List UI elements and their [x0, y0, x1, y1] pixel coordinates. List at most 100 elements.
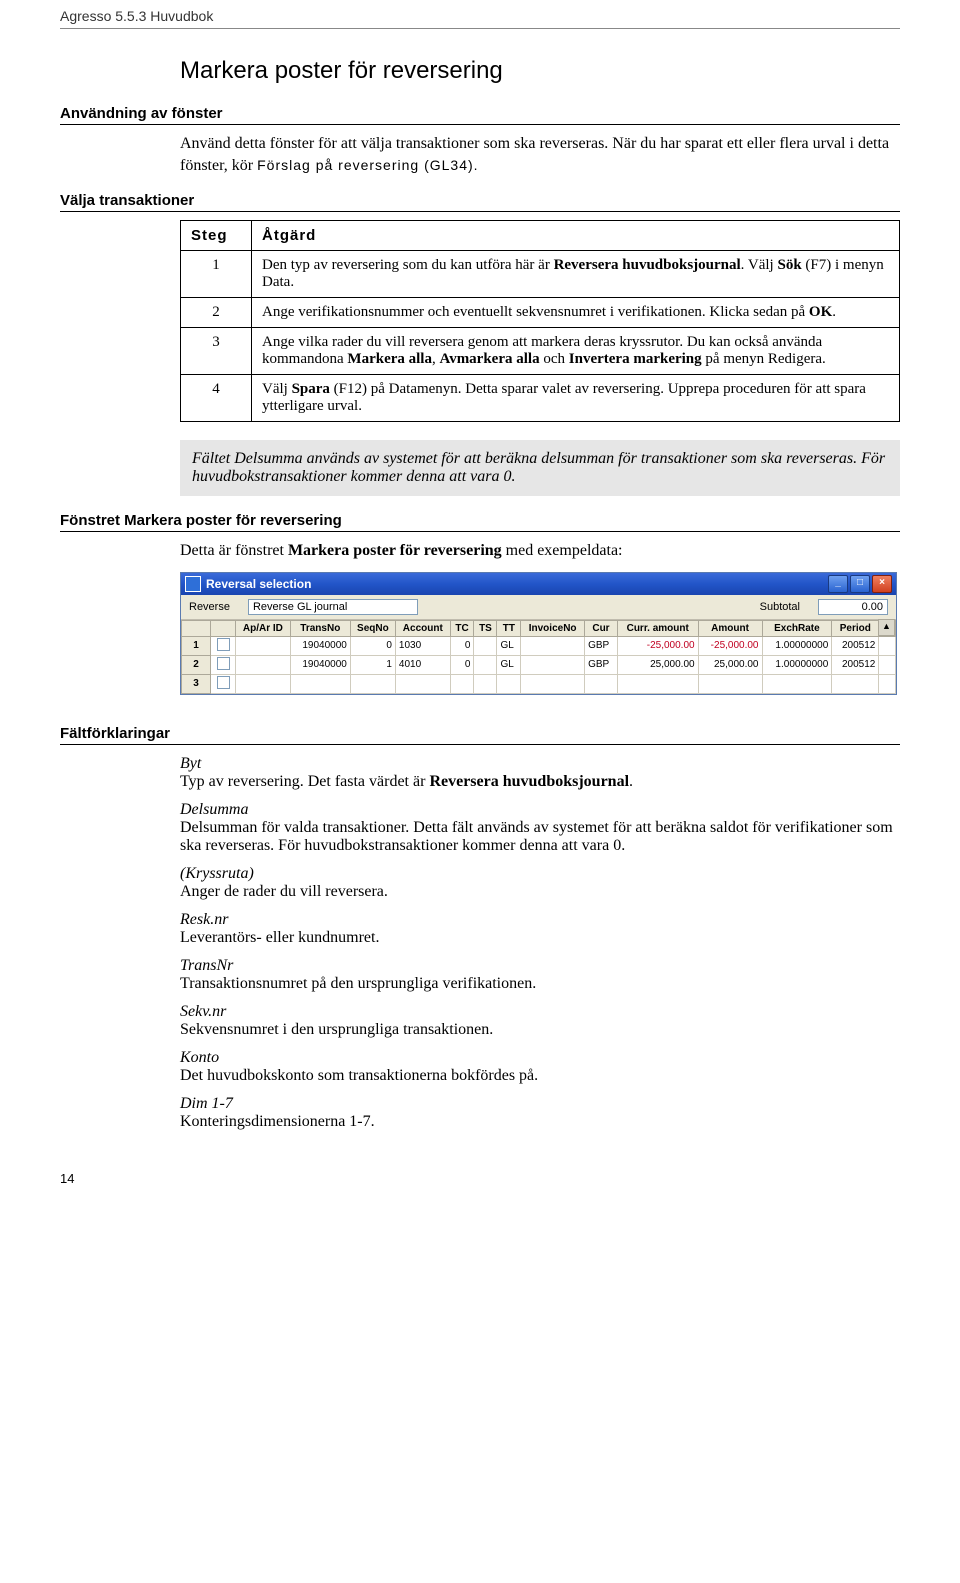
grid-cell[interactable]: GBP — [585, 655, 618, 674]
row-number[interactable]: 1 — [182, 636, 211, 655]
grid-cell[interactable]: GL — [497, 636, 521, 655]
grid-cell[interactable] — [395, 674, 450, 693]
window-titlebar[interactable]: Reversal selection _ □ × — [181, 573, 896, 595]
step-row: 3Ange vilka rader du vill reversera geno… — [181, 328, 900, 375]
checkbox-cell[interactable] — [211, 674, 236, 693]
grid-column-header[interactable] — [182, 620, 211, 636]
grid-cell[interactable]: 0 — [450, 655, 474, 674]
grid-column-header[interactable]: Account — [395, 620, 450, 636]
grid-cell[interactable] — [497, 674, 521, 693]
row-number[interactable]: 2 — [182, 655, 211, 674]
row-checkbox[interactable] — [217, 676, 230, 689]
grid-cell[interactable]: 1030 — [395, 636, 450, 655]
grid-cell[interactable]: -25,000.00 — [698, 636, 762, 655]
close-button[interactable]: × — [872, 575, 892, 593]
field-explanation: Sekv.nrSekvensnumret i den ursprungliga … — [180, 1003, 900, 1039]
field-description: Anger de rader du vill reversera. — [180, 883, 900, 901]
grid-cell[interactable] — [474, 674, 497, 693]
grid-column-header[interactable]: TransNo — [290, 620, 350, 636]
row-checkbox[interactable] — [217, 657, 230, 670]
grid-cell[interactable] — [474, 655, 497, 674]
steps-col-action: Åtgärd — [252, 221, 900, 251]
field-description: Leverantörs- eller kundnumret. — [180, 929, 900, 947]
step-action: Ange vilka rader du vill reversera genom… — [252, 328, 900, 375]
grid-column-header[interactable]: Period — [832, 620, 879, 636]
steps-col-step: Steg — [181, 221, 252, 251]
reverse-field[interactable]: Reverse GL journal — [248, 599, 418, 615]
field-name: Konto — [180, 1049, 900, 1067]
data-grid[interactable]: Ap/Ar IDTransNoSeqNoAccountTCTSTTInvoice… — [181, 620, 896, 694]
window-title-text: Reversal selection — [206, 577, 828, 591]
grid-cell[interactable]: -25,000.00 — [617, 636, 698, 655]
grid-column-header[interactable]: Amount — [698, 620, 762, 636]
step-number: 3 — [181, 328, 252, 375]
maximize-button[interactable]: □ — [850, 575, 870, 593]
table-row[interactable]: 119040000010300GLGBP-25,000.00-25,000.00… — [182, 636, 896, 655]
steps-table: Steg Åtgärd 1Den typ av reversering som … — [180, 220, 900, 422]
grid-cell[interactable]: 200512 — [832, 636, 879, 655]
grid-column-header[interactable]: TS — [474, 620, 497, 636]
grid-column-header[interactable]: TC — [450, 620, 474, 636]
reversal-selection-window: Reversal selection _ □ × Reverse Reverse… — [180, 572, 897, 695]
subtotal-label: Subtotal — [760, 601, 800, 613]
grid-cell[interactable]: GL — [497, 655, 521, 674]
page-number: 14 — [60, 1171, 900, 1186]
field-description: Transaktionsnumret på den ursprungliga v… — [180, 975, 900, 993]
grid-cell[interactable] — [290, 674, 350, 693]
grid-cell[interactable] — [474, 636, 497, 655]
step-action: Ange verifikationsnummer och eventuellt … — [252, 298, 900, 328]
checkbox-cell[interactable] — [211, 655, 236, 674]
step-number: 2 — [181, 298, 252, 328]
grid-cell[interactable]: GBP — [585, 636, 618, 655]
grid-cell[interactable] — [585, 674, 618, 693]
grid-cell[interactable] — [236, 674, 291, 693]
field-name: (Kryssruta) — [180, 865, 900, 883]
grid-cell[interactable] — [879, 655, 896, 674]
grid-column-header[interactable]: SeqNo — [350, 620, 395, 636]
grid-cell[interactable]: 19040000 — [290, 636, 350, 655]
grid-cell[interactable]: 0 — [450, 636, 474, 655]
grid-cell[interactable]: 4010 — [395, 655, 450, 674]
grid-cell[interactable]: 19040000 — [290, 655, 350, 674]
subtotal-field[interactable]: 0.00 — [818, 599, 888, 615]
grid-cell[interactable]: 25,000.00 — [698, 655, 762, 674]
grid-cell[interactable] — [521, 674, 585, 693]
grid-cell[interactable] — [236, 655, 291, 674]
field-explanation: KontoDet huvudbokskonto som transaktione… — [180, 1049, 900, 1085]
grid-column-header[interactable]: Cur — [585, 620, 618, 636]
grid-column-header[interactable]: Curr. amount — [617, 620, 698, 636]
table-row[interactable]: 219040000140100GLGBP25,000.0025,000.001.… — [182, 655, 896, 674]
grid-cell[interactable] — [521, 655, 585, 674]
grid-cell[interactable]: 0 — [350, 636, 395, 655]
grid-cell[interactable]: 200512 — [832, 655, 879, 674]
grid-cell[interactable]: 1 — [350, 655, 395, 674]
grid-column-header[interactable]: Ap/Ar ID — [236, 620, 291, 636]
step-action: Den typ av reversering som du kan utföra… — [252, 251, 900, 298]
field-description: Det huvudbokskonto som transaktionerna b… — [180, 1067, 900, 1085]
checkbox-cell[interactable] — [211, 636, 236, 655]
grid-cell[interactable] — [450, 674, 474, 693]
row-checkbox[interactable] — [217, 638, 230, 651]
grid-cell[interactable] — [617, 674, 698, 693]
grid-cell[interactable] — [832, 674, 879, 693]
field-explanation: Resk.nrLeverantörs- eller kundnumret. — [180, 911, 900, 947]
grid-cell[interactable]: 1.00000000 — [762, 655, 832, 674]
field-explanation: DelsummaDelsumman för valda transaktione… — [180, 801, 900, 855]
scroll-up-button[interactable]: ▲ — [878, 619, 895, 636]
minimize-button[interactable]: _ — [828, 575, 848, 593]
grid-column-header[interactable]: ExchRate — [762, 620, 832, 636]
grid-column-header[interactable]: InvoiceNo — [521, 620, 585, 636]
row-number[interactable]: 3 — [182, 674, 211, 693]
grid-cell[interactable] — [879, 636, 896, 655]
grid-column-header[interactable] — [211, 620, 236, 636]
grid-cell[interactable]: 25,000.00 — [617, 655, 698, 674]
grid-column-header[interactable]: TT — [497, 620, 521, 636]
grid-cell[interactable] — [521, 636, 585, 655]
grid-cell[interactable] — [236, 636, 291, 655]
grid-cell[interactable] — [350, 674, 395, 693]
grid-cell[interactable] — [879, 674, 896, 693]
grid-cell[interactable]: 1.00000000 — [762, 636, 832, 655]
grid-cell[interactable] — [762, 674, 832, 693]
table-row[interactable]: 3 — [182, 674, 896, 693]
grid-cell[interactable] — [698, 674, 762, 693]
